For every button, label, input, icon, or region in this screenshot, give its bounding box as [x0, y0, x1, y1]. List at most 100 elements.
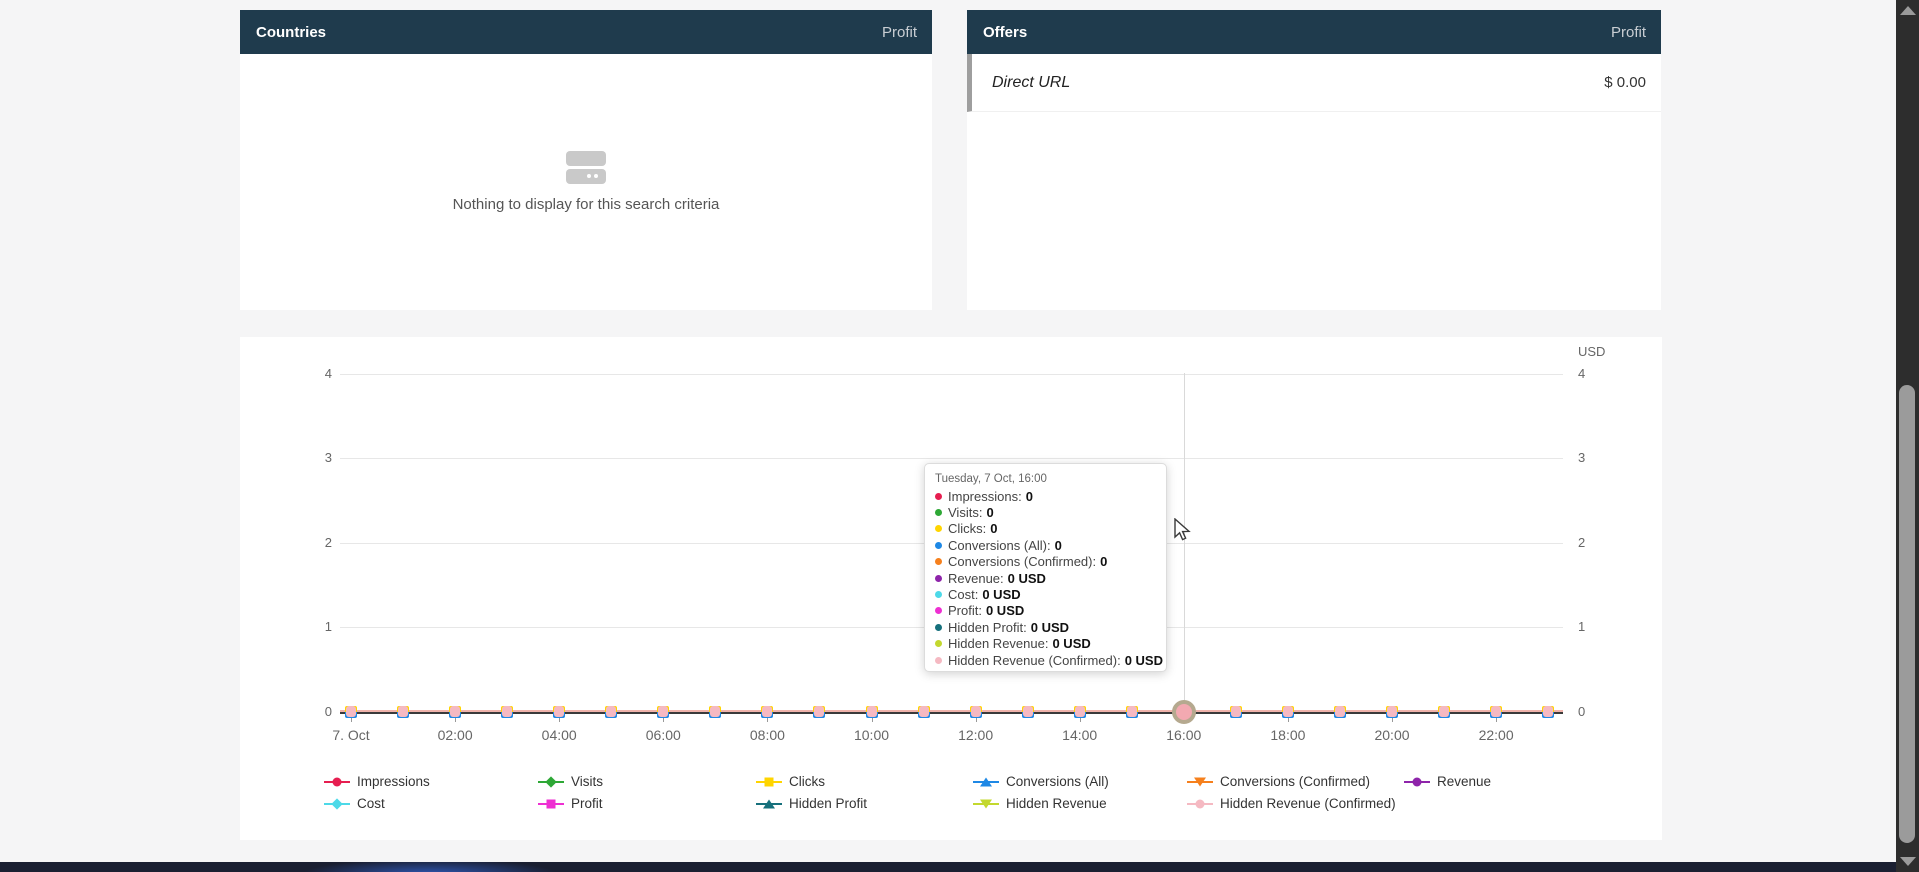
tooltip-item: Hidden Revenue (Confirmed):0 USD [935, 652, 1156, 668]
y-axis-tick-label: 0 [272, 704, 332, 719]
offer-row[interactable]: Direct URL $ 0.00 [967, 54, 1661, 112]
tooltip-item-value: 0 USD [982, 587, 1020, 602]
scrollbar-up-arrow-icon[interactable] [1900, 6, 1916, 15]
series-color-bullet [935, 525, 942, 532]
legend-marker [973, 797, 999, 811]
tooltip-item: Conversions (All):0 [935, 537, 1156, 553]
legend-circle-icon [1413, 777, 1422, 786]
legend-item-clicks[interactable]: Clicks [756, 774, 825, 789]
data-point[interactable] [1542, 706, 1554, 718]
gridline [340, 458, 1563, 459]
legend-item-impressions[interactable]: Impressions [324, 774, 430, 789]
highlighted-data-point[interactable] [1172, 700, 1196, 724]
legend-item-conversions-confirmed[interactable]: Conversions (Confirmed) [1187, 774, 1370, 789]
legend-item-hidden-revenue[interactable]: Hidden Revenue [973, 796, 1107, 811]
legend-marker [324, 797, 350, 811]
tooltip-item-value: 0 [1026, 489, 1033, 504]
legend-circle-icon [333, 777, 342, 786]
data-point[interactable] [657, 706, 669, 718]
data-point[interactable] [605, 706, 617, 718]
x-axis-tick-label: 7. Oct [332, 727, 369, 743]
legend-marker [538, 797, 564, 811]
legend-item-profit[interactable]: Profit [538, 796, 603, 811]
legend-marker [1187, 797, 1213, 811]
legend-tri-up-icon [763, 799, 775, 808]
legend-diamond-icon [545, 776, 556, 787]
tooltip-item-label: Hidden Revenue: [948, 636, 1048, 651]
data-point[interactable] [866, 706, 878, 718]
tooltip-items: Impressions:0 Visits:0 Clicks:0 Conversi… [935, 488, 1156, 668]
legend-tri-up-icon [980, 777, 992, 786]
vertical-scrollbar[interactable] [1896, 0, 1919, 872]
data-point[interactable] [709, 706, 721, 718]
scrollbar-thumb[interactable] [1899, 385, 1915, 843]
data-point[interactable] [918, 706, 930, 718]
y-axis-tick-label: 2 [1578, 535, 1585, 550]
legend-label: Impressions [357, 774, 430, 789]
offers-panel-header: Offers Profit [967, 10, 1661, 54]
data-point[interactable] [1334, 706, 1346, 718]
x-axis-tick-label: 04:00 [542, 727, 577, 743]
data-point[interactable] [553, 706, 565, 718]
series-color-bullet [935, 575, 942, 582]
tooltip-item-label: Profit: [948, 603, 982, 618]
legend-square-icon [547, 799, 556, 808]
tooltip-item-label: Revenue: [948, 571, 1004, 586]
data-point[interactable] [501, 706, 513, 718]
offer-name[interactable]: Direct URL [992, 74, 1070, 92]
legend-item-hidden-profit[interactable]: Hidden Profit [756, 796, 867, 811]
data-point[interactable] [449, 706, 461, 718]
data-point[interactable] [1074, 706, 1086, 718]
tooltip-item-value: 0 [990, 521, 997, 536]
data-point[interactable] [813, 706, 825, 718]
series-color-bullet [935, 542, 942, 549]
scrollbar-down-arrow-icon[interactable] [1900, 857, 1916, 866]
legend-item-hidden-revenue-confirmed[interactable]: Hidden Revenue (Confirmed) [1187, 796, 1396, 811]
legend-item-cost[interactable]: Cost [324, 796, 385, 811]
legend-item-visits[interactable]: Visits [538, 774, 603, 789]
data-point[interactable] [1126, 706, 1138, 718]
legend-marker [324, 775, 350, 789]
x-axis-tick-label: 08:00 [750, 727, 785, 743]
data-point[interactable] [1282, 706, 1294, 718]
data-point[interactable] [970, 706, 982, 718]
y-axis-tick-label: 1 [1578, 619, 1585, 634]
data-point[interactable] [1490, 706, 1502, 718]
legend-label: Revenue [1437, 774, 1491, 789]
series-color-bullet [935, 509, 942, 516]
legend-label: Cost [357, 796, 385, 811]
tooltip-item: Cost:0 USD [935, 586, 1156, 602]
legend-label: Clicks [789, 774, 825, 789]
legend-label: Conversions (All) [1006, 774, 1109, 789]
data-point[interactable] [1386, 706, 1398, 718]
tooltip-item-label: Conversions (Confirmed): [948, 554, 1096, 569]
tooltip-item: Hidden Profit:0 USD [935, 619, 1156, 635]
offers-panel: Offers Profit Direct URL $ 0.00 [967, 10, 1661, 310]
tooltip-item: Clicks:0 [935, 521, 1156, 537]
x-axis-tick-label: 20:00 [1374, 727, 1409, 743]
data-point[interactable] [1438, 706, 1450, 718]
legend-label: Profit [571, 796, 603, 811]
offer-profit-value: $ 0.00 [1604, 74, 1646, 91]
data-point[interactable] [761, 706, 773, 718]
tooltip-item-value: 0 [1055, 538, 1062, 553]
data-point[interactable] [1022, 706, 1034, 718]
offers-metric-label[interactable]: Profit [1611, 24, 1646, 41]
data-point[interactable] [1230, 706, 1242, 718]
tooltip-item: Hidden Revenue:0 USD [935, 636, 1156, 652]
y-axis-tick-label: 4 [1578, 366, 1585, 381]
legend-item-conversions-all[interactable]: Conversions (All) [973, 774, 1109, 789]
legend-marker [1187, 775, 1213, 789]
data-point[interactable] [397, 706, 409, 718]
x-axis-tick-label: 18:00 [1270, 727, 1305, 743]
series-color-bullet [935, 657, 942, 664]
tooltip-item: Profit:0 USD [935, 603, 1156, 619]
countries-empty-text: Nothing to display for this search crite… [453, 196, 720, 213]
tooltip-item-label: Visits: [948, 505, 982, 520]
data-point[interactable] [345, 706, 357, 718]
tooltip-item-label: Hidden Profit: [948, 620, 1027, 635]
countries-metric-label[interactable]: Profit [882, 24, 917, 41]
legend-item-revenue[interactable]: Revenue [1404, 774, 1491, 789]
x-axis-line [340, 712, 1563, 714]
tooltip-item-value: 0 USD [1125, 653, 1163, 668]
